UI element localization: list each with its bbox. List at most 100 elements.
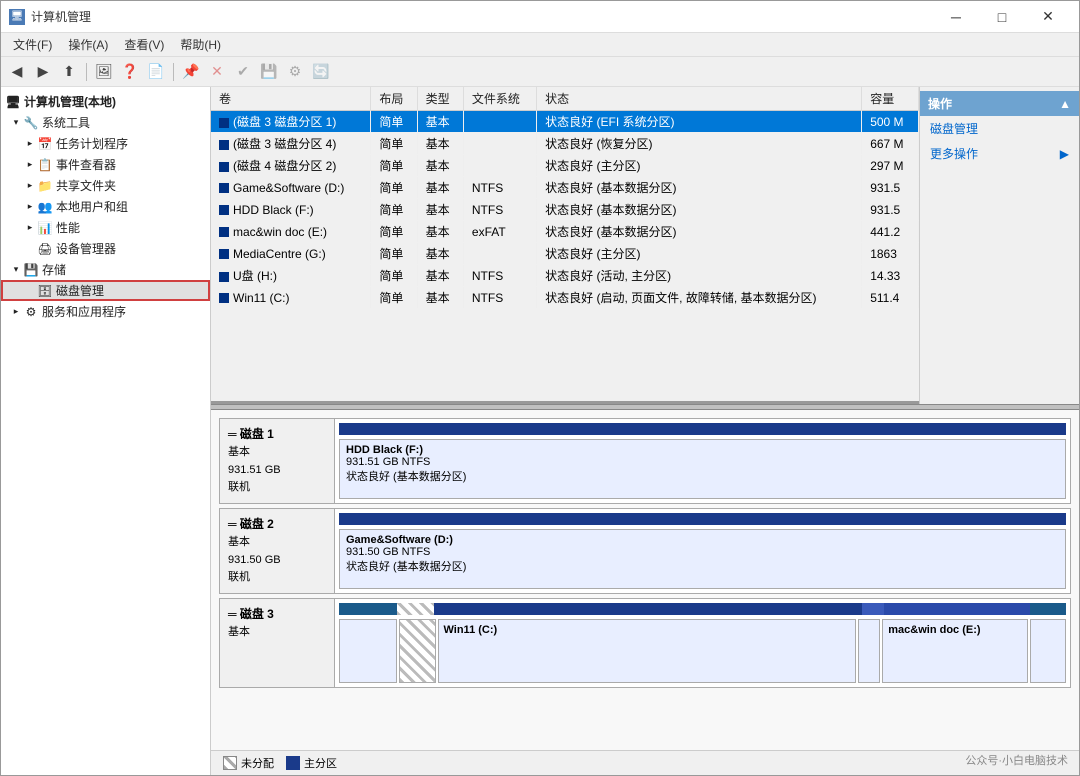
disk-3-bar-seg6	[1030, 603, 1066, 615]
refresh-button[interactable]: 🔄	[309, 61, 333, 83]
col-header-size[interactable]: 容量	[862, 87, 919, 111]
menu-help[interactable]: 帮助(H)	[172, 34, 229, 55]
menu-file[interactable]: 文件(F)	[5, 34, 60, 55]
check-button[interactable]: ✔	[231, 61, 255, 83]
cell-fs	[463, 133, 536, 155]
disk-2-partition-size: 931.50 GB NTFS	[346, 546, 1059, 558]
action-disk-management[interactable]: 磁盘管理	[920, 116, 1079, 141]
disk-3-label: ═ 磁盘 3 基本	[220, 599, 335, 687]
sidebar-item-task-scheduler[interactable]: ▸ 📅 任务计划程序	[1, 133, 210, 154]
cell-size: 511.4	[862, 287, 919, 309]
table-row[interactable]: (磁盘 3 磁盘分区 4) 简单 基本 状态良好 (恢复分区) 667 M	[211, 133, 919, 155]
table-row[interactable]: mac&win doc (E:) 简单 基本 exFAT 状态良好 (基本数据分…	[211, 221, 919, 243]
table-row[interactable]: MediaCentre (G:) 简单 基本 状态良好 (主分区) 1863	[211, 243, 919, 265]
disk-2-partition-block[interactable]: Game&Software (D:) 931.50 GB NTFS 状态良好 (…	[339, 529, 1066, 589]
export-button[interactable]: 📄	[144, 61, 168, 83]
legend-unallocated: 未分配	[223, 755, 274, 771]
sidebar-item-disk-management[interactable]: ▸ 🗄 磁盘管理	[1, 280, 210, 301]
title-bar: 🖥 计算机管理 ─ □ ✕	[1, 1, 1079, 33]
cell-layout: 简单	[371, 287, 417, 309]
sidebar-item-event-viewer[interactable]: ▸ 📋 事件查看器	[1, 154, 210, 175]
sidebar-item-shared-folders[interactable]: ▸ 📁 共享文件夹	[1, 175, 210, 196]
disk-table-pane: 卷 布局 类型 文件系统 状态 容量 (磁盘 3 磁盘分区 1) 简单	[211, 87, 919, 404]
collapse-icon[interactable]: ▲	[1059, 97, 1071, 111]
cell-fs	[463, 243, 536, 265]
cell-size: 441.2	[862, 221, 919, 243]
cell-vol: HDD Black (F:)	[211, 199, 371, 221]
show-hide-button[interactable]: 🖼	[92, 61, 116, 83]
cell-type: 基本	[417, 111, 463, 133]
close-button[interactable]: ✕	[1025, 1, 1071, 33]
disk-3-p6[interactable]	[1030, 619, 1066, 683]
maximize-button[interactable]: □	[979, 1, 1025, 33]
legend-bar: 未分配 主分区	[211, 750, 1079, 775]
table-row[interactable]: (磁盘 4 磁盘分区 2) 简单 基本 状态良好 (主分区) 297 M	[211, 155, 919, 177]
delete-button[interactable]: ✕	[205, 61, 229, 83]
cell-status: 状态良好 (启动, 页面文件, 故障转储, 基本数据分区)	[537, 287, 862, 309]
cell-status: 状态良好 (恢复分区)	[537, 133, 862, 155]
cell-size: 1863	[862, 243, 919, 265]
col-header-vol[interactable]: 卷	[211, 87, 371, 111]
disk-1-partition-name: HDD Black (F:)	[346, 444, 1059, 456]
folder-icon: 📁	[37, 178, 53, 194]
toolbar-separator-2	[173, 63, 174, 81]
disk-1-partition-block[interactable]: HDD Black (F:) 931.51 GB NTFS 状态良好 (基本数据…	[339, 439, 1066, 499]
cell-status: 状态良好 (主分区)	[537, 243, 862, 265]
cell-size: 931.5	[862, 177, 919, 199]
table-row[interactable]: (磁盘 3 磁盘分区 1) 简单 基本 状态良好 (EFI 系统分区) 500 …	[211, 111, 919, 133]
pin-button[interactable]: 📌	[179, 61, 203, 83]
disk-3-partitions: Win11 (C:) mac&win doc (E:)	[335, 599, 1070, 687]
table-row[interactable]: U盘 (H:) 简单 基本 NTFS 状态良好 (活动, 主分区) 14.33	[211, 265, 919, 287]
help-button[interactable]: ❓	[118, 61, 142, 83]
cell-layout: 简单	[371, 133, 417, 155]
disk-3-p2[interactable]	[399, 619, 435, 683]
disk-3-macdoc-block[interactable]: mac&win doc (E:)	[882, 619, 1027, 683]
sidebar-item-services[interactable]: ▸ ⚙ 服务和应用程序	[1, 301, 210, 322]
sidebar-item-performance[interactable]: ▸ 📊 性能	[1, 217, 210, 238]
col-header-type[interactable]: 类型	[417, 87, 463, 111]
disk-3-p1[interactable]	[339, 619, 397, 683]
col-header-fs[interactable]: 文件系统	[463, 87, 536, 111]
menu-action[interactable]: 操作(A)	[60, 34, 116, 55]
storage-icon: 💾	[23, 262, 39, 278]
up-button[interactable]: ⬆	[57, 61, 81, 83]
cell-status: 状态良好 (基本数据分区)	[537, 221, 862, 243]
perf-icon: 📊	[37, 220, 53, 236]
sidebar-item-device-manager[interactable]: ▸ 🖨 设备管理器	[1, 238, 210, 259]
table-row[interactable]: Win11 (C:) 简单 基本 NTFS 状态良好 (启动, 页面文件, 故障…	[211, 287, 919, 309]
col-header-status[interactable]: 状态	[537, 87, 862, 111]
cell-layout: 简单	[371, 265, 417, 287]
table-row[interactable]: Game&Software (D:) 简单 基本 NTFS 状态良好 (基本数据…	[211, 177, 919, 199]
menu-view[interactable]: 查看(V)	[116, 34, 172, 55]
action-panel: 操作 ▲ 磁盘管理 更多操作 ▶	[919, 87, 1079, 404]
chevron-down-icon: ▾	[9, 263, 23, 277]
sidebar-root[interactable]: 🖥 计算机管理(本地)	[1, 91, 210, 112]
forward-button[interactable]: ▶	[31, 61, 55, 83]
save-button[interactable]: 💾	[257, 61, 281, 83]
cell-vol: Game&Software (D:)	[211, 177, 371, 199]
chevron-right-icon: ▸	[23, 200, 37, 214]
table-row[interactable]: HDD Black (F:) 简单 基本 NTFS 状态良好 (基本数据分区) …	[211, 199, 919, 221]
sidebar-item-storage[interactable]: ▾ 💾 存储	[1, 259, 210, 280]
disk-visualization-pane: ═ 磁盘 1 基本 931.51 GB 联机 HDD Black (F:) 93…	[211, 410, 1079, 750]
services-icon: ⚙	[23, 304, 39, 320]
cell-status: 状态良好 (主分区)	[537, 155, 862, 177]
sidebar-item-system-tools[interactable]: ▾ 🔧 系统工具	[1, 112, 210, 133]
disk-3-p4[interactable]	[858, 619, 880, 683]
window-controls: ─ □ ✕	[933, 1, 1071, 33]
cell-layout: 简单	[371, 199, 417, 221]
cell-layout: 简单	[371, 177, 417, 199]
properties-button[interactable]: ⚙	[283, 61, 307, 83]
cell-vol: (磁盘 4 磁盘分区 2)	[211, 155, 371, 177]
action-more[interactable]: 更多操作 ▶	[920, 141, 1079, 166]
sidebar-item-local-users[interactable]: ▸ 👥 本地用户和组	[1, 196, 210, 217]
disk-3-win11-block[interactable]: Win11 (C:)	[438, 619, 857, 683]
disk-1-label: ═ 磁盘 1 基本 931.51 GB 联机	[220, 419, 335, 503]
back-button[interactable]: ◀	[5, 61, 29, 83]
disk-3-bar-seg1	[339, 603, 397, 615]
col-header-layout[interactable]: 布局	[371, 87, 417, 111]
cell-fs: exFAT	[463, 221, 536, 243]
task-icon: 📅	[37, 136, 53, 152]
cell-type: 基本	[417, 133, 463, 155]
minimize-button[interactable]: ─	[933, 1, 979, 33]
